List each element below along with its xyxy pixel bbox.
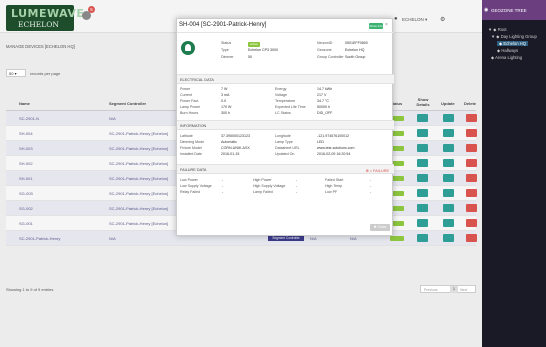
field-value: 3 mA (221, 93, 230, 97)
field-value: Echelon HQ (345, 48, 365, 52)
failure-value: - (370, 190, 372, 194)
tree-item-arena-lighting[interactable]: ◆ Arena Lighting (488, 54, 537, 61)
field-label: Datasheet URL (275, 146, 300, 150)
section-title: FAILURE DATA (180, 168, 207, 172)
field-value: 170 W (221, 105, 232, 109)
field-label: Power Fact. (180, 99, 200, 103)
electrical-section-header: ELECTRICAL DATA (177, 74, 394, 84)
failure-label: Low PF (325, 190, 338, 194)
failure-label: High Power (253, 178, 272, 182)
field-value: South Group (345, 55, 366, 59)
geozone-panel: ◉ GEOZONE TREE ▼ ◆ Root ▼ ◆ Day Lighting… (482, 0, 546, 347)
geozone-tree: ▼ ◆ Root ▼ ◆ Day Lighting Group ◆ Echelo… (488, 26, 537, 61)
field-label: Status (221, 41, 232, 45)
field-value: Echelon CP3 3000 (248, 48, 278, 52)
failure-value: - (222, 178, 224, 182)
field-value: DID_OFF (317, 111, 333, 115)
field-label: LC Status (275, 111, 291, 115)
field-label: Energy (275, 87, 287, 91)
failure-value: - (222, 190, 224, 194)
failure-label: High Supply Voltage (253, 184, 286, 188)
section-title: ELECTRICAL DATA (180, 78, 214, 82)
failure-label: Low Power (180, 178, 198, 182)
device-detail-modal: SH-004 [SC-2901-Patrick-Henry] Show Info… (176, 18, 394, 236)
field-value: 2016-02-09 16:20:54 (317, 152, 351, 156)
failure-value: - (222, 184, 224, 188)
failure-label: High Temp (325, 184, 343, 188)
field-value: 50000 h (317, 105, 330, 109)
failure-value: - (296, 184, 298, 188)
field-value: 0.0 (221, 99, 226, 103)
lightbulb-icon (181, 41, 195, 55)
field-label: Fixture Model (180, 146, 202, 150)
field-label: Voltage (275, 93, 287, 97)
field-label: NeuronID (317, 41, 333, 45)
field-value: 217 V (317, 93, 327, 97)
field-value: 2016-01-15 (221, 152, 240, 156)
field-value: 34.7 °C (317, 99, 330, 103)
field-label: Burn Hours (180, 111, 199, 115)
field-label: Dimmer (221, 55, 234, 59)
geozone-panel-header: ◉ GEOZONE TREE (482, 0, 546, 20)
failure-label: Relay Failed (180, 190, 200, 194)
field-label: Temperature (275, 99, 296, 103)
failure-value: - (296, 190, 298, 194)
field-label: Current (180, 93, 192, 97)
field-value: 14.7 kWh (317, 87, 333, 91)
modal-divider (177, 32, 394, 33)
field-value: 300 h (221, 111, 230, 115)
field-label: Lamp Power (180, 105, 201, 109)
failure-section-header: FAILURE DATA ⊗ = FAILURE (177, 164, 394, 174)
globe-icon: ◉ (484, 7, 489, 13)
failure-label: Lamp Failed (253, 190, 273, 194)
tree-item-root[interactable]: ▼ ◆ Root (488, 26, 537, 33)
close-icon[interactable]: × (385, 22, 388, 28)
failure-label: Low Supply Voltage (180, 184, 212, 188)
field-label: Dimming Mode (180, 140, 205, 144)
tree-item-echelon-hq[interactable]: ◆ Echelon HQ (497, 41, 528, 46)
show-info-button[interactable]: Show Info (369, 23, 383, 29)
tree-item-hallways[interactable]: ◆ Hallways (488, 47, 537, 54)
field-value: CORN-UNIK-ASX (221, 146, 250, 150)
section-title: INFORMATION (180, 124, 207, 128)
status-active-badge: Active (248, 42, 260, 47)
failure-value: - (370, 178, 372, 182)
field-label: Expected Life Time (275, 105, 306, 109)
failure-label: Failed Start (325, 178, 344, 182)
tree-item-day-lighting[interactable]: ▼ ◆ Day Lighting Group (488, 33, 537, 40)
geozone-panel-title: GEOZONE TREE (491, 8, 527, 13)
field-label: Type (221, 48, 229, 52)
field-label: Longitude (275, 134, 291, 138)
field-label: Group Controller (317, 55, 344, 59)
field-value: 7 W (221, 87, 228, 91)
field-label: Latitude (180, 134, 193, 138)
field-value: -121.974576100012 (317, 134, 350, 138)
field-value: 0501EFF0800 (345, 41, 368, 45)
modal-title: SH-004 [SC-2901-Patrick-Henry] (179, 22, 267, 28)
field-value: www.test-solutions.com (317, 146, 355, 150)
field-value: Automatic (221, 140, 237, 144)
field-value: 50 (248, 55, 252, 59)
failure-value: - (370, 184, 372, 188)
field-value: 37.395000123123 (221, 134, 250, 138)
close-button[interactable]: ✖ Close (370, 224, 390, 231)
failure-flag: ⊗ = FAILURE (365, 169, 389, 173)
field-value: LED (317, 140, 324, 144)
field-label: Geozone (317, 48, 332, 52)
field-label: Power (180, 87, 191, 91)
information-section-header: INFORMATION (177, 120, 394, 130)
field-label: Lamp Type (275, 140, 293, 144)
field-label: Updated On (275, 152, 295, 156)
field-label: Installed Date (180, 152, 202, 156)
failure-value: - (296, 178, 298, 182)
